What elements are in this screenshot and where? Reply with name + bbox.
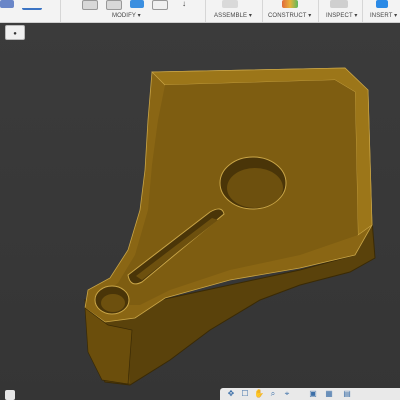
- large-hole-inner: [227, 168, 283, 208]
- look-at-icon[interactable]: ☐: [240, 389, 250, 399]
- zoom-icon[interactable]: ⌕: [268, 389, 278, 399]
- viewports-icon[interactable]: ▤: [342, 389, 352, 399]
- bracket-part[interactable]: [0, 0, 400, 400]
- timeline-button[interactable]: [5, 390, 15, 400]
- small-hole-inner: [101, 294, 125, 312]
- navigation-bar: ✥ ☐ ✋ ⌕ ⌖ ▣ ▦ ▤: [220, 388, 400, 400]
- grid-icon[interactable]: ▦: [324, 389, 334, 399]
- pan-icon[interactable]: ✋: [254, 389, 264, 399]
- display-settings-icon[interactable]: ▣: [308, 389, 318, 399]
- orbit-icon[interactable]: ✥: [226, 389, 236, 399]
- fit-icon[interactable]: ⌖: [282, 389, 292, 399]
